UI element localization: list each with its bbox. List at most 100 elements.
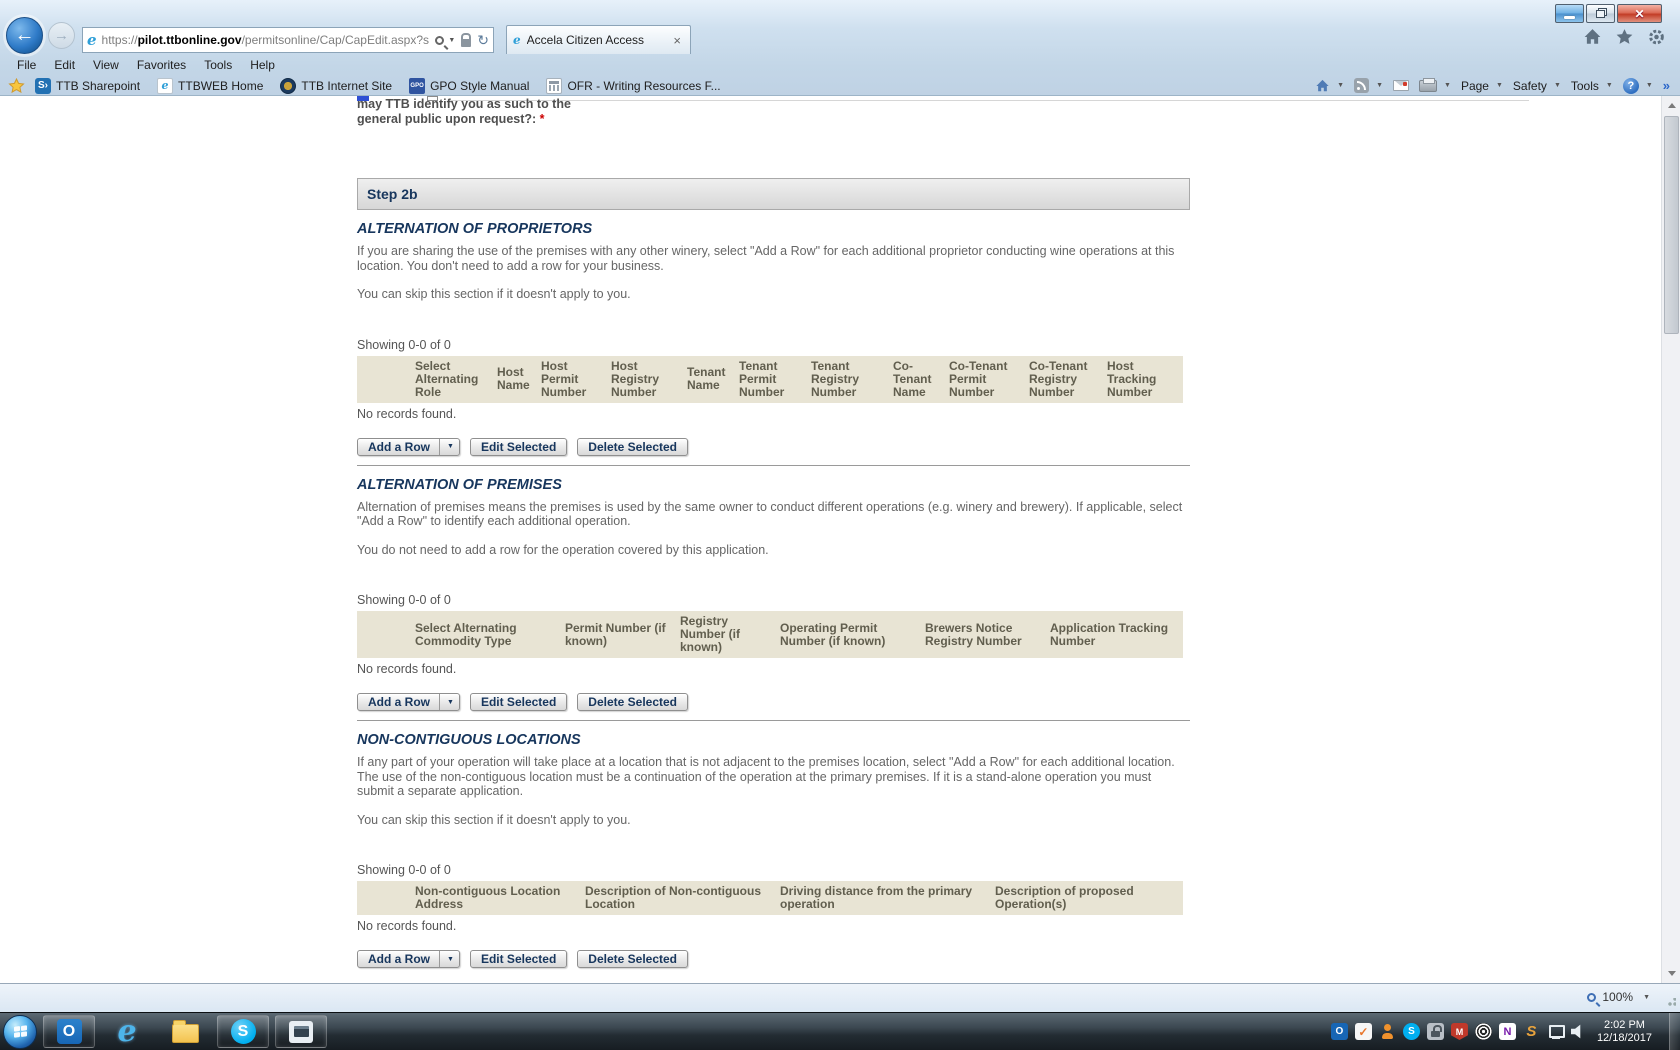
taskbar-buttons: O e S [43, 1015, 327, 1048]
taskbar-skype-button[interactable]: S [217, 1015, 269, 1048]
search-button[interactable] [435, 35, 445, 45]
column-header: Non-contiguous Location Address [415, 881, 585, 915]
column-header: Registry Number (if known) [680, 611, 780, 658]
windows-logo-icon [13, 1025, 27, 1038]
menu-favorites[interactable]: Favorites [128, 56, 195, 74]
tray-contact-icon[interactable] [1379, 1023, 1396, 1040]
start-button[interactable] [3, 1014, 37, 1049]
lock-icon [461, 32, 472, 47]
taskbar-explorer-button[interactable] [159, 1015, 211, 1048]
close-icon: ✕ [1634, 6, 1645, 21]
address-dropdown-icon[interactable]: ▼ [448, 37, 455, 44]
scrollbar-thumb[interactable] [1664, 116, 1679, 334]
menu-tools[interactable]: Tools [195, 56, 241, 74]
tab-close-button[interactable]: × [670, 33, 684, 48]
read-mail-button[interactable] [1393, 80, 1409, 91]
restore-button[interactable] [1586, 4, 1615, 23]
command-overflow-chevron[interactable]: » [1663, 78, 1670, 93]
delete-selected-button[interactable]: Delete Selected [577, 693, 689, 711]
add-a-row-dropdown-icon[interactable]: ▼ [439, 438, 454, 455]
url-text[interactable]: https://pilot.ttbonline.gov/permitsonlin… [102, 33, 430, 47]
taskbar-ie-button[interactable]: e [101, 1015, 153, 1048]
tray-mcafee-icon[interactable]: M [1450, 1023, 1468, 1040]
page-menu[interactable]: Page ▼ [1461, 79, 1503, 93]
tray-volume-icon[interactable] [1570, 1024, 1581, 1039]
showing-count: Showing 0-0 of 0 [357, 593, 451, 607]
print-button[interactable]: ▼ [1419, 77, 1451, 92]
tray-skype-icon[interactable]: S [1402, 1023, 1420, 1040]
favorite-ttb-sharepoint[interactable]: S› TTB Sharepoint [35, 77, 140, 94]
menu-edit[interactable]: Edit [45, 56, 84, 74]
page-caret-icon: ▼ [1495, 82, 1503, 89]
forward-button[interactable]: → [48, 22, 75, 49]
favorite-ttb-internet-site[interactable]: TTB Internet Site [280, 77, 392, 94]
vertical-scrollbar[interactable] [1661, 96, 1680, 983]
favorite-gpo-style-manual[interactable]: GPO GPO Style Manual [409, 77, 529, 94]
menu-view[interactable]: View [84, 56, 128, 74]
add-a-row-dropdown-icon[interactable]: ▼ [439, 951, 454, 967]
section-non-contiguous-locations: NON-CONTIGUOUS LOCATIONS If any part of … [357, 733, 1190, 968]
column-header: Description of Non-contiguous Location [585, 881, 780, 915]
tray-tasks-icon[interactable]: ✓ [1354, 1023, 1372, 1040]
column-header: Co-Tenant Permit Number [949, 355, 1029, 403]
scroll-up-button[interactable] [1662, 96, 1680, 113]
tray-utility-icon[interactable]: S [1523, 1023, 1540, 1040]
internet-explorer-icon: e [117, 1013, 137, 1049]
tools-menu[interactable]: Tools ▼ [1571, 79, 1613, 93]
column-header: Tenant Registry Number [811, 355, 893, 403]
address-bar[interactable]: e https://pilot.ttbonline.gov/permitsonl… [82, 27, 494, 53]
edit-selected-button[interactable]: Edit Selected [469, 693, 568, 711]
menu-bar: File Edit View Favorites Tools Help [0, 55, 1680, 75]
delete-selected-button[interactable]: Delete Selected [577, 437, 689, 456]
column-header: Co-Tenant Name [893, 355, 949, 403]
favorites-button[interactable] [1615, 28, 1634, 46]
favorite-ofr-writing-resources[interactable]: OFR - Writing Resources F... [546, 77, 721, 94]
taskbar-clock[interactable]: 2:02 PM 12/18/2017 [1591, 1019, 1662, 1045]
add-a-row-button[interactable]: Add a Row ▼ [357, 437, 460, 456]
column-header: Host Tracking Number [1107, 355, 1183, 403]
tray-outlook-icon[interactable]: O [1330, 1023, 1348, 1040]
edit-selected-button[interactable]: Edit Selected [469, 437, 568, 456]
app-window-icon [289, 1020, 313, 1043]
home-menu-button[interactable]: ▼ [1315, 79, 1344, 93]
back-button[interactable]: ← [6, 17, 43, 54]
browser-status-bar: 100% ▼ [0, 983, 1680, 1012]
tray-vpn-icon[interactable] [1474, 1023, 1492, 1040]
refresh-button[interactable]: ↻ [477, 33, 489, 47]
tray-network-icon[interactable] [1547, 1023, 1565, 1040]
refresh-icon: ↻ [477, 32, 489, 48]
form-content: may TTB identify you as such to the gene… [357, 96, 1529, 983]
feeds-button[interactable]: ▼ [1354, 78, 1383, 93]
safety-menu[interactable]: Safety ▼ [1513, 79, 1561, 93]
zoom-control[interactable]: 100% ▼ [1587, 990, 1650, 1004]
help-menu[interactable]: ? ▼ [1622, 77, 1653, 94]
minimize-button[interactable] [1555, 4, 1584, 23]
tray-onenote-clipper-icon[interactable]: N [1498, 1023, 1516, 1040]
section-alternation-of-proprietors: ALTERNATION OF PROPRIETORS If you are sh… [357, 222, 1190, 466]
tray-lock-icon[interactable] [1426, 1023, 1444, 1040]
taskbar-outlook-button[interactable]: O [43, 1015, 95, 1048]
taskbar-app-window-button[interactable] [275, 1015, 327, 1048]
add-a-row-dropdown-icon[interactable]: ▼ [439, 694, 454, 710]
favorite-ttbweb-home[interactable]: e TTBWEB Home [157, 77, 263, 94]
table-actions: Add a Row ▼ Edit Selected Delete Selected [357, 437, 1190, 456]
no-records-text: No records found. [357, 662, 457, 676]
table-actions: Add a Row ▼ Edit Selected Delete Selected [357, 693, 1190, 711]
home-button[interactable] [1583, 28, 1602, 46]
show-desktop-button[interactable] [1669, 1012, 1680, 1050]
browser-tab[interactable]: e Accela Citizen Access × [506, 25, 691, 54]
row-divider-line [449, 100, 1529, 101]
edit-selected-button[interactable]: Edit Selected [469, 950, 568, 968]
scroll-down-button[interactable] [1662, 966, 1680, 983]
menu-help[interactable]: Help [241, 56, 284, 74]
security-lock[interactable] [461, 32, 472, 47]
windows-taskbar: O e S O ✓ S M N S 2:02 PM 12/18/2017 [0, 1012, 1680, 1050]
menu-file[interactable]: File [8, 56, 45, 74]
section-intro: If any part of your operation will take … [357, 755, 1175, 798]
add-a-row-button[interactable]: Add a Row ▼ [357, 693, 460, 711]
delete-selected-button[interactable]: Delete Selected [577, 950, 689, 968]
settings-button[interactable] [1647, 28, 1666, 46]
add-a-row-button[interactable]: Add a Row ▼ [357, 950, 460, 968]
close-button[interactable]: ✕ [1617, 4, 1662, 23]
add-favorite-button[interactable] [8, 77, 25, 94]
